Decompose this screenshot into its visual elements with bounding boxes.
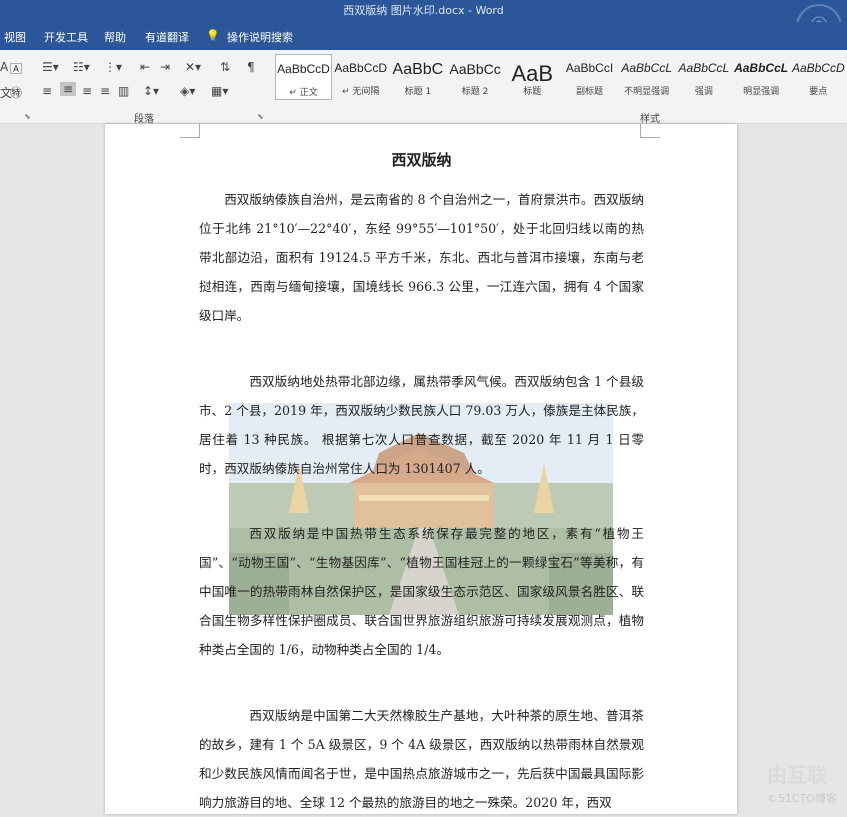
style-sample: AaBbCcL bbox=[675, 61, 732, 75]
style-name: 明显强调 bbox=[733, 84, 790, 97]
window-title: 西双版纳 图片水印.docx - Word bbox=[0, 0, 847, 22]
style-option[interactable]: AaBbCc 标题 2 bbox=[447, 54, 504, 100]
styles-gallery: AaBbCcD↵ 正文AaBbCcD↵ 无间隔AaBbC标题 1AaBbCc标题… bbox=[275, 54, 847, 102]
style-option[interactable]: AaBbCcI 副标题 bbox=[561, 54, 618, 100]
lightbulb-icon: 💡 bbox=[206, 29, 220, 42]
style-name: 要点 bbox=[790, 84, 847, 97]
style-option[interactable]: AaBbCcD 要点 bbox=[790, 54, 847, 100]
styles-group-label: 样式 bbox=[640, 110, 660, 125]
decrease-indent-icon[interactable]: ⇤ bbox=[140, 60, 150, 74]
overlay-brand-2: 由互联 bbox=[767, 759, 827, 788]
enclose-char-icon[interactable]: ㊕ bbox=[10, 84, 22, 101]
align-right-icon[interactable]: ≡ bbox=[82, 84, 92, 98]
distributed-icon[interactable]: ▥ bbox=[118, 84, 129, 98]
ribbon: A 🄰 文 ㊕ ☰▾ ☷▾ ⋮▾ ⇤ ⇥ ✕▾ ⇅ ¶ ≡ ≡ ≡ ≡ ▥ ↕▾… bbox=[0, 50, 847, 124]
font-launcher-icon[interactable]: ⬊ bbox=[24, 112, 31, 121]
paragraph-launcher-icon[interactable]: ⬊ bbox=[257, 112, 264, 121]
style-sample: AaBbCcL bbox=[733, 61, 790, 75]
style-option[interactable]: AaBbC 标题 1 bbox=[389, 54, 446, 100]
style-option[interactable]: AaBbCcD ↵ 无间隔 bbox=[332, 54, 389, 100]
menu-bar: 视图 开发工具 帮助 有道翻译 💡 操作说明搜索 bbox=[0, 22, 847, 50]
menu-youdao[interactable]: 有道翻译 bbox=[145, 29, 189, 45]
style-sample: AaBbCcD bbox=[790, 61, 847, 75]
style-option[interactable]: AaBbCcL 不明显强调 bbox=[618, 54, 675, 100]
menu-view[interactable]: 视图 bbox=[4, 29, 26, 45]
menu-help[interactable]: 帮助 bbox=[104, 29, 126, 45]
style-option[interactable]: AaB标题 bbox=[504, 54, 561, 100]
asian-layout-icon[interactable]: ✕▾ bbox=[185, 60, 201, 74]
line-spacing-icon[interactable]: ↕▾ bbox=[143, 84, 159, 98]
tell-me-search[interactable]: 操作说明搜索 bbox=[227, 29, 293, 45]
style-option[interactable]: AaBbCcL 强调 bbox=[675, 54, 732, 100]
paragraph-1: 西双版纳傣族自治州，是云南省的 8 个自治州之一，首府景洪市。西双版纳位于北纬 … bbox=[199, 185, 644, 330]
paragraph-4: 西双版纳是中国第二大天然橡胶生产基地，大叶种茶的原生地、普洱茶的故乡，建有 1 … bbox=[199, 701, 644, 817]
justify-icon[interactable]: ≡ bbox=[100, 84, 110, 98]
style-name: 强调 bbox=[675, 84, 732, 97]
style-option[interactable]: AaBbCcL 明显强调 bbox=[733, 54, 790, 100]
borders-icon[interactable]: ▦▾ bbox=[211, 84, 228, 98]
style-sample: AaBbCc bbox=[447, 61, 504, 77]
style-option[interactable]: AaBbCcD ↵ 正文 bbox=[275, 54, 332, 100]
style-sample: AaBbCcD bbox=[276, 62, 331, 76]
style-name: ↵ 无间隔 bbox=[332, 84, 389, 97]
margin-mark bbox=[180, 124, 200, 138]
style-name: 副标题 bbox=[561, 84, 618, 97]
numbering-icon[interactable]: ☷▾ bbox=[73, 60, 90, 74]
menu-developer[interactable]: 开发工具 bbox=[44, 29, 88, 45]
bullets-icon[interactable]: ☰▾ bbox=[42, 60, 59, 74]
style-name: 不明显强调 bbox=[618, 84, 675, 97]
paragraph-2: 西双版纳地处热带北部边缘，属热带季风气候。西双版纳包含 1 个县级市、2 个县，… bbox=[199, 367, 644, 483]
font-icon[interactable]: A bbox=[0, 60, 8, 74]
style-sample: AaBbCcI bbox=[561, 61, 618, 75]
char-border-icon[interactable]: 🄰 bbox=[10, 60, 22, 77]
style-sample: AaBbCcL bbox=[618, 61, 675, 75]
style-sample: AaBbC bbox=[389, 61, 446, 79]
paragraph-group-label: 段落 bbox=[134, 110, 154, 125]
multilevel-list-icon[interactable]: ⋮▾ bbox=[104, 60, 122, 74]
overlay-brand: ©51CTO博客 bbox=[767, 790, 837, 806]
style-sample: AaBbCcD bbox=[332, 61, 389, 75]
increase-indent-icon[interactable]: ⇥ bbox=[160, 60, 170, 74]
style-name: ↵ 正文 bbox=[276, 85, 331, 98]
show-marks-icon[interactable]: ¶ bbox=[247, 60, 255, 74]
style-name: 标题 2 bbox=[447, 84, 504, 97]
style-name: 标题 bbox=[504, 84, 561, 97]
sort-icon[interactable]: ⇅ bbox=[220, 60, 230, 74]
shading-icon[interactable]: ◈▾ bbox=[180, 84, 195, 98]
document-title: 西双版纳 bbox=[199, 146, 644, 175]
style-name: 标题 1 bbox=[389, 84, 446, 97]
margin-mark bbox=[640, 124, 660, 138]
paragraph-3: 西双版纳是中国热带生态系统保存最完整的地区，素有“植物王国”、“动物王国”、“生… bbox=[199, 519, 644, 664]
align-left-icon[interactable]: ≡ bbox=[42, 84, 52, 98]
align-center-icon[interactable]: ≡ bbox=[60, 82, 76, 96]
